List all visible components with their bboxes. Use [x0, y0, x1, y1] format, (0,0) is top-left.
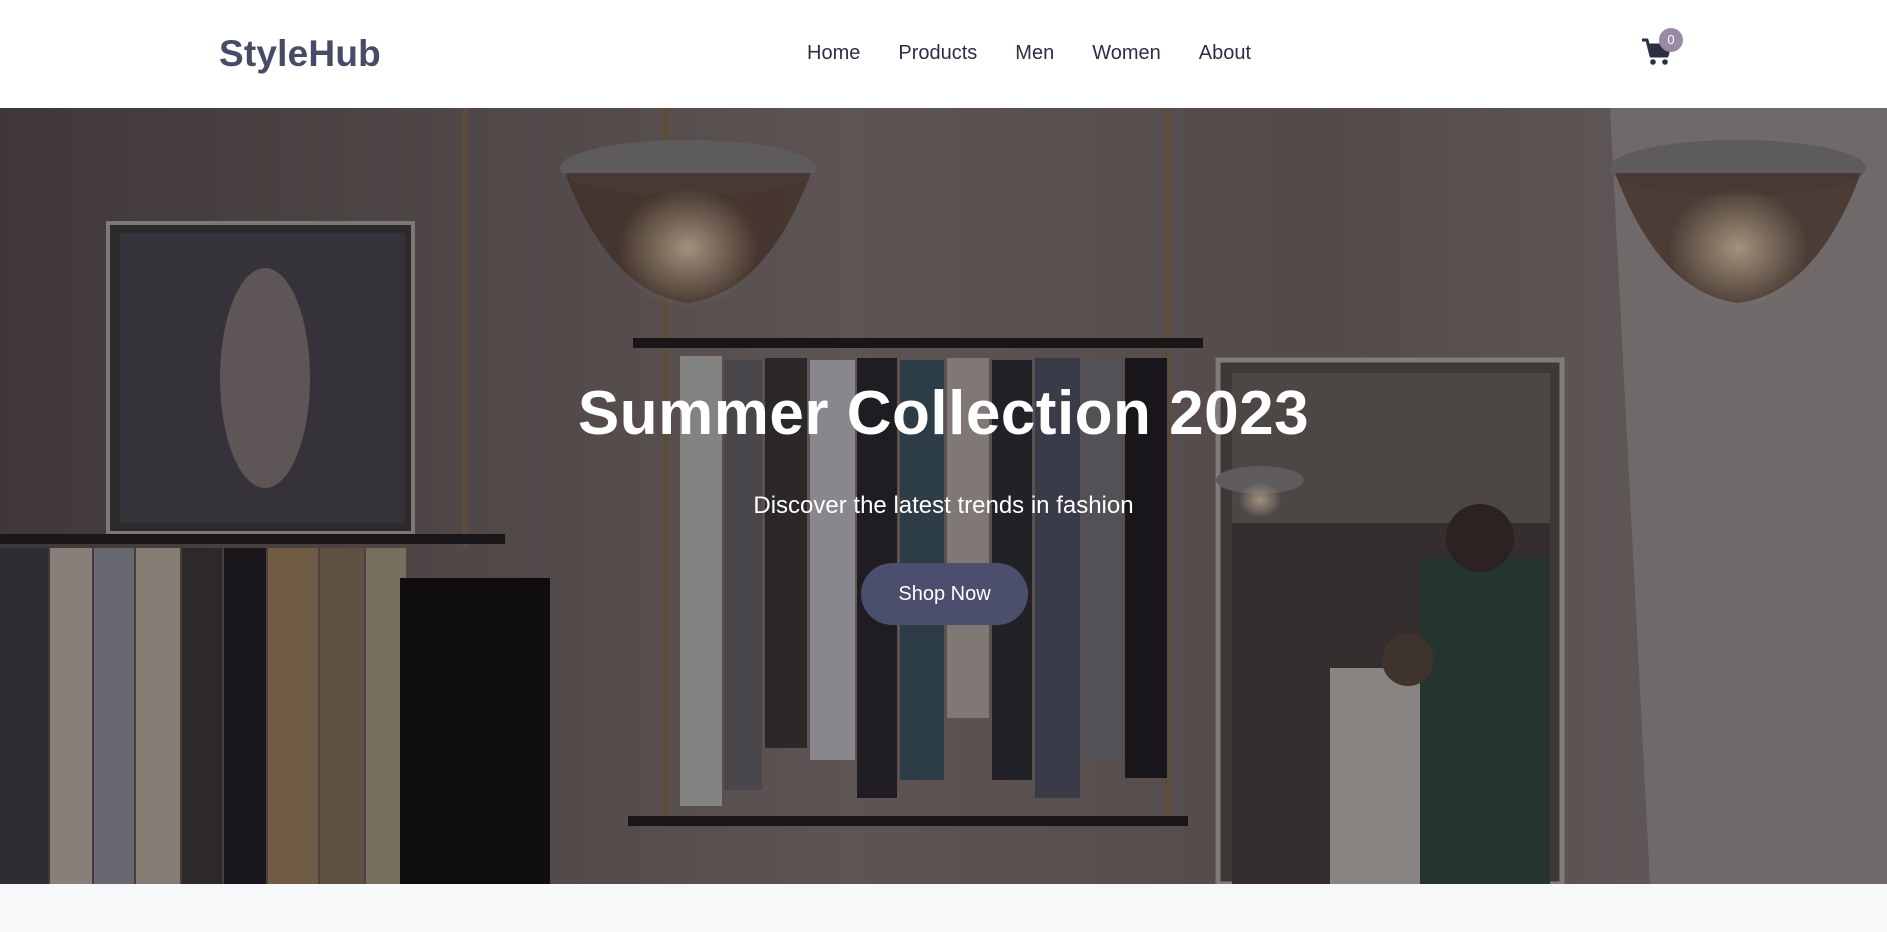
hero-subtitle: Discover the latest trends in fashion — [753, 492, 1134, 519]
shop-now-button[interactable]: Shop Now — [861, 563, 1028, 625]
hero-title: Summer Collection 2023 — [577, 379, 1310, 448]
nav-men[interactable]: Men — [1015, 42, 1054, 65]
nav-home[interactable]: Home — [807, 42, 860, 65]
cart-count-badge: 0 — [1659, 28, 1683, 52]
hero-banner: Summer Collection 2023 Discover the late… — [0, 108, 1887, 884]
main-nav: Home Products Men Women About — [807, 42, 1251, 65]
next-section — [0, 884, 1887, 932]
nav-women[interactable]: Women — [1092, 42, 1161, 65]
site-header: StyleHub Home Products Men Women About 0 — [0, 0, 1887, 108]
brand-logo[interactable]: StyleHub — [219, 33, 381, 75]
nav-products[interactable]: Products — [898, 42, 977, 65]
nav-about[interactable]: About — [1199, 42, 1251, 65]
